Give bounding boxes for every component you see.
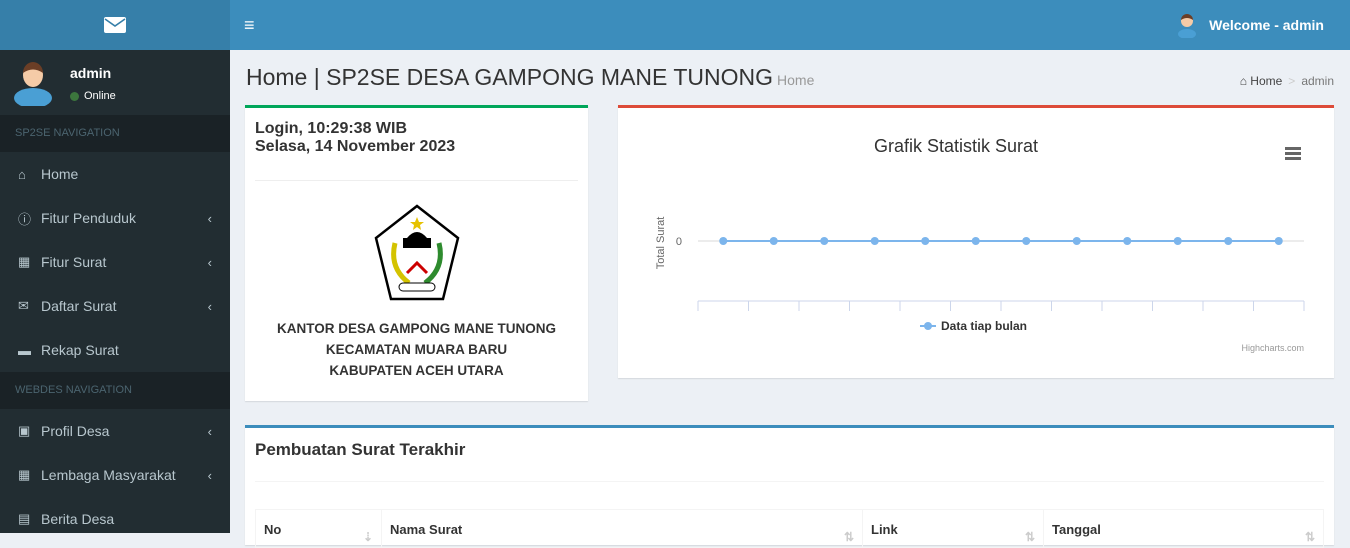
user-menu[interactable]: Welcome - admin — [1177, 0, 1324, 50]
box-title: Pembuatan Surat Terakhir — [255, 440, 466, 459]
login-time: Login, 10:29:38 WIB — [255, 120, 408, 137]
user-status: Online — [70, 90, 116, 102]
y-axis-label: Total Surat — [655, 217, 667, 270]
breadcrumb-home[interactable]: Home — [1250, 74, 1282, 88]
statistics-chart: Grafik Statistik Surat Total Surat 0 Dat… — [655, 136, 1305, 353]
nav-header: WEBDES NAVIGATION — [0, 372, 230, 409]
sidebar-item-fitur-penduduk[interactable]: ⓘ Fitur Penduduk ‹ — [0, 196, 230, 240]
sort-icon: ⇣ — [362, 530, 373, 544]
data-point[interactable] — [769, 237, 778, 245]
data-point[interactable] — [719, 237, 728, 245]
breadcrumb-current: admin — [1301, 74, 1334, 88]
sidebar-item-lembaga[interactable]: ▦ Lembaga Masyarakat ‹ — [0, 453, 230, 497]
user-name: admin — [70, 65, 112, 81]
sort-icon: ⇅ — [1024, 530, 1035, 544]
page-subtitle: Home — [777, 72, 815, 88]
chevron-left-icon: ‹ — [207, 298, 212, 314]
avatar — [1178, 14, 1197, 38]
newspaper-icon: ▤ — [18, 511, 31, 526]
recent-letters-box: Pembuatan Surat Terakhir No ⇣ Nama Surat ⇅… — [245, 425, 1334, 548]
hamburger-icon[interactable]: ≡ — [244, 15, 255, 36]
status-text: Online — [84, 90, 116, 102]
info-icon: ⓘ — [18, 211, 32, 227]
table-icon: ▦ — [18, 467, 31, 482]
online-dot-icon — [70, 91, 79, 101]
welcome-text: Welcome - admin — [1209, 17, 1324, 33]
breadcrumb: ⌂ Home > admin — [1239, 74, 1334, 88]
office-name: KANTOR DESA GAMPONG MANE TUNONG — [276, 321, 556, 336]
envelope-icon — [104, 17, 126, 33]
sidebar-item-rekap-surat[interactable]: ▬ Rekap Surat — [0, 328, 230, 372]
chevron-left-icon: ‹ — [207, 210, 212, 226]
chevron-left-icon: ‹ — [207, 423, 212, 439]
sidebar-item-fitur-surat[interactable]: ▦ Fitur Surat ‹ — [0, 240, 230, 284]
login-box: Login, 10:29:38 WIB Selasa, 14 November 2… — [245, 105, 588, 401]
office-regency: KABUPATEN ACEH UTARA — [329, 363, 504, 378]
y-tick-label: 0 — [676, 236, 682, 248]
login-date: Selasa, 14 November 2023 — [255, 138, 456, 155]
data-point[interactable] — [1274, 237, 1283, 245]
sidebar-item-home[interactable]: ⌂ Home — [0, 152, 230, 196]
data-point[interactable] — [1123, 237, 1132, 245]
label: Daftar Surat — [41, 298, 117, 314]
label: Fitur Surat — [41, 254, 107, 270]
legend-item[interactable]: Data tiap bulan — [920, 319, 1027, 333]
contact-icon: ▣ — [18, 423, 31, 438]
column-header-nama-surat[interactable]: Nama Surat ⇅ — [381, 509, 863, 548]
nav-header: SP2SE NAVIGATION — [0, 115, 230, 152]
label: Profil Desa — [41, 423, 110, 439]
page-title: Home | SP2SE DESA GAMPONG MANE TUNONG Hom… — [246, 64, 814, 91]
data-point[interactable] — [820, 237, 829, 245]
column-header-tanggal[interactable]: Tanggal ⇅ — [1043, 509, 1324, 548]
sidebar-item-daftar-surat[interactable]: ✉ Daftar Surat ‹ — [0, 284, 230, 328]
chart-title: Grafik Statistik Surat — [874, 136, 1038, 156]
sidebar: admin Online SP2SE NAVIGATION ⌂ Home ⓘ Fit… — [0, 50, 230, 533]
sidebar-item-berita-desa[interactable]: ▤ Berita Desa — [0, 497, 230, 541]
data-point[interactable] — [870, 237, 879, 245]
label: Rekap Surat — [41, 342, 119, 358]
envelope-icon: ✉ — [18, 298, 29, 313]
office-district: KECAMATAN MUARA BARU — [325, 342, 508, 357]
sidebar-item-profil-desa[interactable]: ▣ Profil Desa ‹ — [0, 409, 230, 453]
office-address: KANTOR DESA GAMPONG MANE TUNONG KECAMATA… — [245, 318, 588, 381]
village-emblem — [374, 204, 460, 301]
data-point[interactable] — [1224, 237, 1233, 245]
label: Fitur Penduduk — [41, 210, 136, 226]
chevron-left-icon: ‹ — [207, 254, 212, 270]
label: Home — [41, 166, 79, 182]
data-point[interactable] — [921, 237, 930, 245]
label: Berita Desa — [41, 511, 115, 527]
chart-credits[interactable]: Highcharts.com — [1241, 343, 1304, 353]
chart-box: Grafik Statistik Surat Total Surat 0 Dat… — [618, 105, 1334, 378]
column-header-no[interactable]: No ⇣ — [255, 509, 382, 548]
title-text: Home | SP2SE DESA GAMPONG MANE TUNONG — [246, 64, 774, 90]
column-header-link[interactable]: Link ⇅ — [862, 509, 1044, 548]
sort-icon: ⇅ — [843, 530, 854, 544]
home-icon: ⌂ — [1239, 74, 1251, 88]
home-icon: ⌂ — [18, 166, 26, 182]
recent-letters-table: No ⇣ Nama Surat ⇅ Link ⇅ Tanggal ⇅ — [255, 509, 1324, 548]
data-point[interactable] — [1022, 237, 1031, 245]
sort-icon: ⇅ — [1304, 530, 1315, 544]
table-icon: ▦ — [18, 254, 31, 269]
avatar — [14, 62, 52, 106]
archive-icon: ▬ — [18, 342, 31, 358]
chevron-left-icon: ‹ — [207, 467, 212, 483]
logo[interactable] — [0, 0, 230, 50]
user-panel: admin Online — [0, 50, 230, 115]
data-point[interactable] — [971, 237, 980, 245]
data-point[interactable] — [1072, 237, 1081, 245]
chart-menu-icon[interactable] — [1285, 147, 1301, 160]
top-navbar: ≡ Welcome - admin — [230, 0, 1350, 50]
data-point[interactable] — [1173, 237, 1182, 245]
legend-label: Data tiap bulan — [941, 319, 1027, 333]
label: Lembaga Masyarakat — [41, 467, 176, 483]
